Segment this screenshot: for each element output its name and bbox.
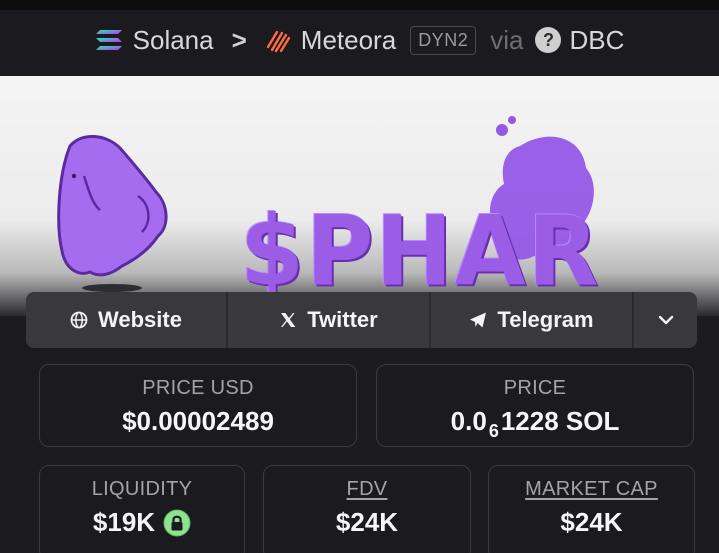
liquidity-value-row: $19K [40,507,244,538]
meteora-icon [266,30,290,53]
price-native-card: PRICE 0.0 6 1228 SOL [376,364,694,447]
price-usd-value: $0.00002489 [122,406,274,436]
solana-icon [95,30,122,50]
liquidity-card: LIQUIDITY $19K [39,465,245,553]
telegram-link-button[interactable]: Telegram [431,292,634,348]
price-usd-label: PRICE USD [142,377,254,399]
globe-icon [70,311,88,329]
more-links-button[interactable] [634,292,697,348]
social-links-bar: Website Twitter Telegram [26,292,697,348]
source-name: DBC [569,24,625,55]
price-native-prefix: 0.0 [450,406,487,436]
price-usd-card: PRICE USD $0.00002489 [39,364,357,447]
breadcrumb: Solana > Meteora DYN2 via ? DBC [0,10,719,76]
liquidity-lock-icon[interactable] [163,509,191,537]
price-native-label: PRICE [503,377,567,399]
website-label: Website [98,307,182,332]
question-icon: ? [535,27,562,53]
liquidity-value: $19K [92,507,156,537]
breadcrumb-chain[interactable]: Solana [95,25,214,56]
price-native-suffix: 1228 SOL [500,406,620,436]
twitter-link-button[interactable]: Twitter [228,292,431,348]
via-label: via [490,24,524,55]
token-ticker-art: $PHAR [240,195,601,308]
telegram-icon [470,312,487,328]
dex-badge: DYN2 [410,25,477,55]
market-cap-value: $24K [560,507,623,537]
top-strip [0,0,719,10]
fdv-card: FDV $24K [263,465,471,553]
telegram-label: Telegram [497,307,594,332]
token-banner: $PHAR [0,76,719,316]
chain-name: Solana [132,24,214,55]
price-native-value: 0.0 6 1228 SOL [377,406,693,441]
price-native-zero-count: 6 [488,421,499,441]
market-cap-card: MARKET CAP $24K [488,465,695,553]
breadcrumb-separator: > [231,24,247,55]
dex-name: Meteora [300,24,397,55]
chevron-down-icon [658,315,673,325]
breadcrumb-dex[interactable]: Meteora DYN2 [265,24,477,56]
market-cap-label[interactable]: MARKET CAP [489,478,694,501]
liquidity-label: LIQUIDITY [91,478,193,500]
fdv-label[interactable]: FDV [264,478,470,501]
website-link-button[interactable]: Website [26,292,228,348]
x-logo-icon [281,313,296,327]
twitter-label: Twitter [307,307,378,332]
breadcrumb-source[interactable]: ? DBC [523,25,624,56]
fdv-value: $24K [335,507,399,537]
